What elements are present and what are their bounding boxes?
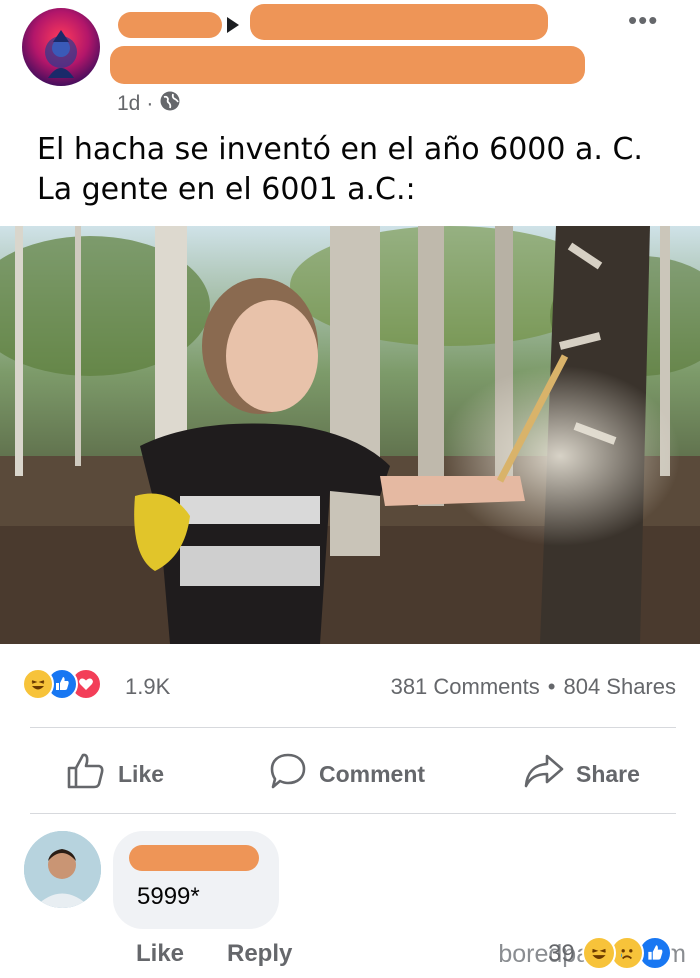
divider-top <box>30 727 676 728</box>
more-options-button[interactable]: ••• <box>628 7 658 33</box>
thumbs-up-icon <box>66 752 106 796</box>
divider-bottom <box>30 813 676 814</box>
redacted-author-name <box>118 12 222 38</box>
like-button[interactable]: Like <box>66 752 164 796</box>
counts-separator: • <box>547 674 556 699</box>
post-text-line1: El hacha se inventó en el año 6000 a. C. <box>37 132 643 167</box>
meta-separator: · <box>146 92 154 115</box>
comment-bubble-icon <box>269 752 307 796</box>
comment-like-button[interactable]: Like <box>136 940 184 968</box>
post-text: El hacha se inventó en el año 6000 a. C.… <box>37 130 643 210</box>
redacted-group-name <box>250 4 548 40</box>
share-arrow-icon <box>524 752 564 796</box>
globe-icon <box>159 90 181 118</box>
redacted-commenter-name <box>129 845 259 871</box>
reaction-count[interactable]: 1.9K <box>125 674 170 700</box>
arrow-right-icon <box>226 16 240 39</box>
post-text-line2: La gente en el 6001 a.C.: <box>37 172 416 207</box>
redacted-group-name-line2 <box>110 46 585 84</box>
comment-bubble: 5999* <box>113 831 279 929</box>
comment-label: Comment <box>319 760 426 787</box>
comment-reactions[interactable] <box>582 936 672 970</box>
comment-text: 5999* <box>137 883 200 910</box>
post-meta: 1d · <box>117 90 181 118</box>
comment-button[interactable]: Comment <box>269 752 425 796</box>
post-time[interactable]: 1d <box>117 92 140 116</box>
comment-reaction-count[interactable]: 39 <box>548 940 575 968</box>
haha-reaction-icon <box>22 668 54 700</box>
share-button[interactable]: Share <box>524 752 640 796</box>
comment-reply-button[interactable]: Reply <box>227 940 292 968</box>
shares-count[interactable]: 804 Shares <box>563 674 676 700</box>
author-avatar[interactable] <box>22 8 100 86</box>
haha-reaction-icon <box>582 936 616 970</box>
share-label: Share <box>576 760 640 787</box>
comments-count[interactable]: 381 Comments <box>391 674 540 700</box>
post-photo[interactable] <box>0 226 700 644</box>
commenter-avatar[interactable] <box>24 831 101 908</box>
engagement-counts: 381 Comments • 804 Shares <box>391 674 676 700</box>
reaction-summary[interactable] <box>22 668 102 700</box>
like-label: Like <box>118 760 165 787</box>
